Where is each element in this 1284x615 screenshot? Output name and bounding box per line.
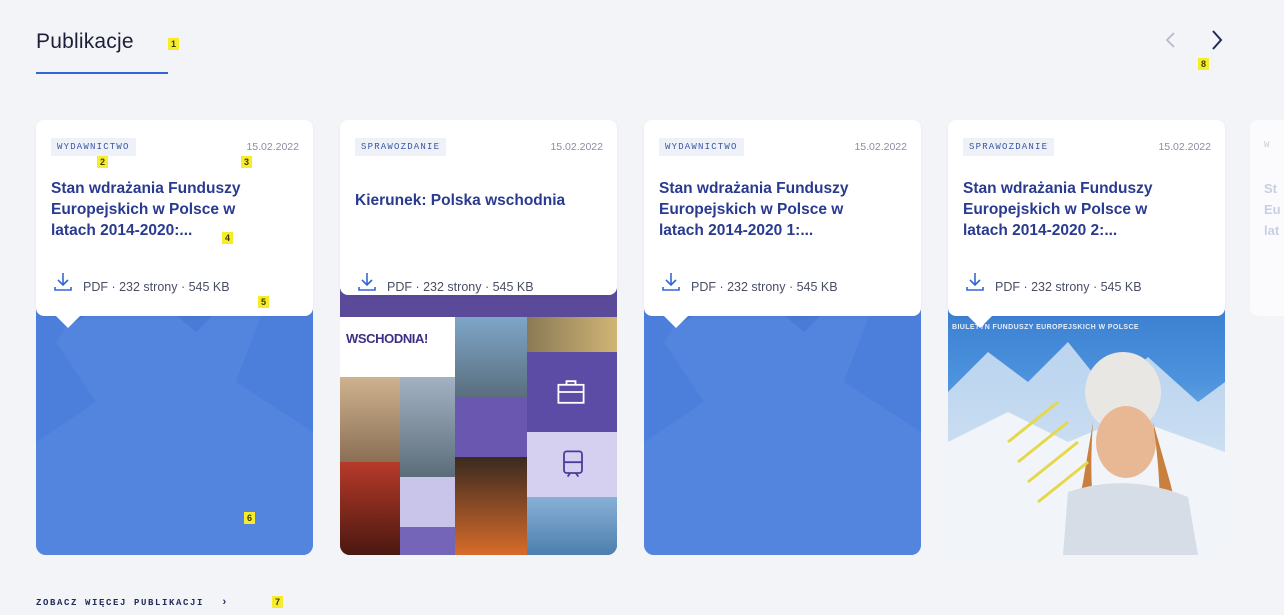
file-meta: PDF · 232 strony · 545 KB [691,280,838,294]
category-tag: W [1264,140,1270,150]
card-header: WYDAWNICTWO 15.02.2022 Stan wdrażania Fu… [644,120,921,328]
publication-title: St Eu lat [1264,181,1281,238]
photo-tile [340,377,400,462]
briefcase-tile [527,352,617,432]
card-header: W St Eu lat [1250,120,1284,316]
title-underline [36,72,168,74]
publication-date: 15.02.2022 [550,141,603,153]
marker-5: 5 [258,296,270,308]
publication-title[interactable]: Stan wdrażania Funduszy Europejskich w P… [963,178,1188,241]
download-icon[interactable] [659,270,683,294]
publication-date: 15.02.2022 [854,141,907,153]
category-tag: WYDAWNICTWO [659,138,744,156]
marker-4: 4 [222,232,234,244]
train-icon [563,450,583,478]
marker-6: 6 [244,512,256,524]
network-tile [400,477,455,527]
publication-title[interactable]: Kierunek: Polska wschodnia [355,190,580,211]
marker-3: 3 [241,156,253,168]
cover-banner: WSCHODNIA! [340,317,455,377]
publication-card[interactable]: WYDAWNICTWO 15.02.2022 Stan wdrażania Fu… [644,120,921,555]
file-meta: PDF · 232 strony · 545 KB [995,280,1142,294]
file-meta: PDF · 232 strony · 545 KB [387,280,534,294]
marker-2: 2 [97,156,109,168]
publication-card-partial[interactable]: W St Eu lat [1250,120,1284,555]
photo-tile [455,317,527,397]
publications-section: Publikacje 1 8 WYDAWNICTWO 15.02.2022 St… [0,0,1284,615]
card-header: SPRAWOZDANIE 15.02.2022 Stan wdrażania F… [948,120,1225,328]
photo-tile [527,317,617,352]
category-tag: SPRAWOZDANIE [355,138,447,156]
publication-card[interactable]: BIULETYN FUNDUSZY EUROPEJSKICH W POLSCE … [948,120,1225,555]
photo-tile [527,497,617,555]
briefcase-icon [557,380,585,404]
color-tile [400,527,455,555]
download-icon[interactable] [355,270,379,294]
download-icon[interactable] [51,270,75,294]
photo-tile [400,377,455,477]
marker-8: 8 [1198,58,1210,70]
category-tag: WYDAWNICTWO [51,138,136,156]
see-more-link[interactable]: ZOBACZ WIĘCEJ PUBLIKACJI › [36,597,229,609]
prev-button[interactable] [1160,26,1182,54]
section-title: Publikacje [36,30,134,53]
publication-title[interactable]: Stan wdrażania Funduszy Europejskich w P… [51,178,276,241]
cover-text: WSCHODNIA! [346,331,428,346]
category-tag: SPRAWOZDANIE [963,138,1055,156]
publication-title[interactable]: Stan wdrażania Funduszy Europejskich w P… [659,178,884,241]
download-icon[interactable] [963,270,987,294]
chevron-left-icon [1165,32,1175,48]
train-tile [527,432,617,497]
photo-tile [455,457,527,555]
marker-7: 7 [272,596,284,608]
publication-date: 15.02.2022 [246,141,299,153]
publication-date: 15.02.2022 [1158,141,1211,153]
see-more-label: ZOBACZ WIĘCEJ PUBLIKACJI [36,598,205,608]
card-header: WYDAWNICTWO 15.02.2022 Stan wdrażania Fu… [36,120,313,328]
file-meta: PDF · 232 strony · 545 KB [83,280,230,294]
chevron-right-icon [1212,30,1223,50]
color-tile [455,397,527,457]
publication-card[interactable]: WYDAWNICTWO 15.02.2022 Stan wdrażania Fu… [36,120,313,555]
marker-1: 1 [168,38,180,50]
photo-tile [340,462,400,555]
card-header: SPRAWOZDANIE 15.02.2022 Kierunek: Polska… [340,120,617,295]
next-button[interactable] [1206,26,1228,54]
publication-card[interactable]: WSCHODNIA! SPRAWOZDANIE 15.02.2022 Kieru… [340,120,617,555]
chevron-right-icon: › [221,597,230,609]
